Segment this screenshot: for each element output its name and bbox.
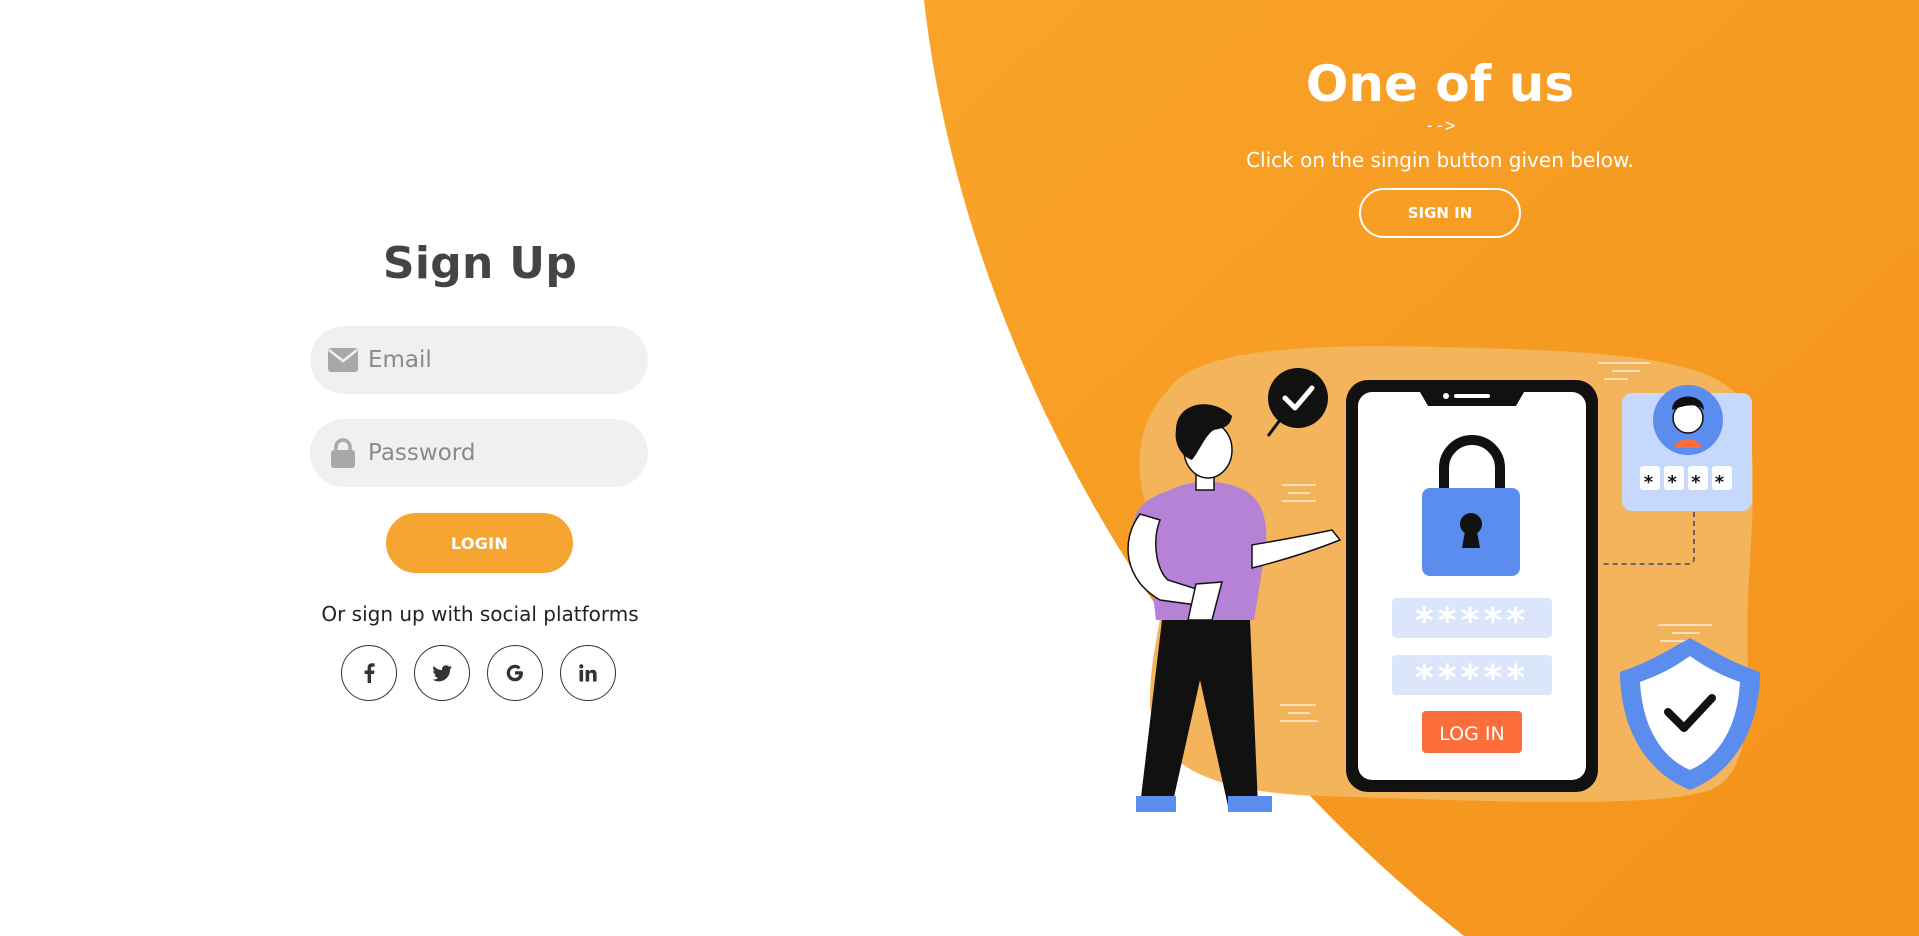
phone-password-mask: ***** bbox=[1415, 601, 1529, 642]
login-security-illustration: ***** ***** LOG IN * * * * bbox=[1127, 346, 1760, 812]
google-icon bbox=[506, 664, 523, 682]
phone-password-confirm-mask: ***** bbox=[1415, 658, 1529, 699]
sign-in-button[interactable]: SIGN IN bbox=[1359, 188, 1521, 238]
linkedin-button[interactable] bbox=[560, 645, 616, 701]
social-media-row bbox=[341, 645, 621, 703]
email-input[interactable] bbox=[368, 347, 618, 373]
check-bubble bbox=[1268, 368, 1328, 428]
panel-title: One of us bbox=[1305, 55, 1575, 113]
google-button[interactable] bbox=[487, 645, 543, 701]
phone-login-label: LOG IN bbox=[1439, 723, 1504, 745]
right-panel-content: One of us --> Click on the singin button… bbox=[1180, 50, 1700, 238]
app-stage: Sign Up LOGIN Or sign up with social pla… bbox=[0, 0, 1919, 936]
twitter-icon bbox=[432, 664, 452, 681]
facebook-button[interactable] bbox=[341, 645, 397, 701]
signup-form: Sign Up LOGIN Or sign up with social pla… bbox=[0, 0, 960, 936]
envelope-icon bbox=[326, 343, 360, 377]
lock-icon bbox=[326, 436, 360, 470]
login-button[interactable]: LOGIN bbox=[386, 513, 573, 573]
password-field[interactable] bbox=[310, 419, 648, 487]
panel-description: Click on the singin button given below. bbox=[1246, 148, 1634, 172]
password-input[interactable] bbox=[368, 440, 618, 466]
email-field[interactable] bbox=[310, 326, 648, 394]
signup-title: Sign Up bbox=[382, 238, 578, 289]
panel-arrow: --> bbox=[1424, 116, 1456, 136]
user-pin-mask: * * * * bbox=[1644, 472, 1728, 493]
twitter-button[interactable] bbox=[414, 645, 470, 701]
facebook-icon bbox=[364, 663, 375, 683]
social-platforms-text: Or sign up with social platforms bbox=[321, 602, 639, 626]
linkedin-icon bbox=[579, 664, 597, 682]
